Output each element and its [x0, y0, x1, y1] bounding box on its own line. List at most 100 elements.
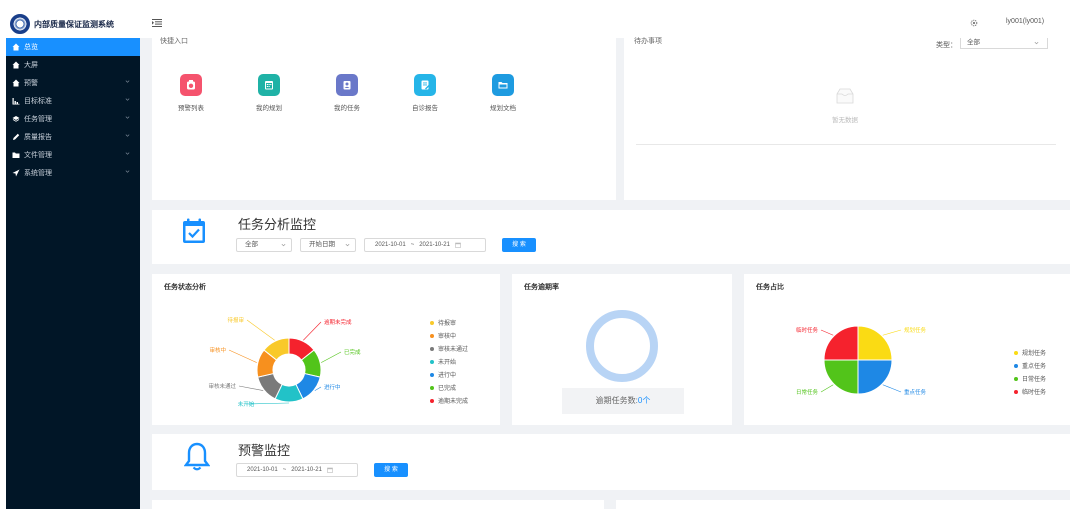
legend-item[interactable]: 重点任务 — [1014, 361, 1046, 370]
task-icon — [336, 74, 358, 96]
logo-seal-icon — [10, 14, 30, 34]
sidebar-item-target-standard[interactable]: 目标标准 — [6, 92, 140, 110]
legend-item[interactable]: 审核中 — [430, 331, 456, 340]
sidebar-item-label: 大屏 — [24, 62, 38, 69]
gear-icon[interactable] — [970, 19, 978, 27]
sidebar-item-warning[interactable]: 预警 — [6, 74, 140, 92]
pie-label-line — [820, 329, 834, 336]
warning-date-range[interactable]: 2021-10-01 ~ 2021-10-21 — [236, 463, 358, 477]
user-name[interactable]: ly001(ly001) — [1006, 18, 1044, 25]
legend-item[interactable]: 规划任务 — [1014, 348, 1046, 357]
legend-label: 审核未通过 — [438, 347, 469, 353]
main-content: 快捷入口 预警列表 我的规划 我的任务 自诊报告 规划文档 待办事项 类型： 全… — [140, 38, 1070, 509]
pie-slice — [857, 325, 893, 361]
overdue-count-label: 逾期任务数: — [595, 396, 638, 405]
sidebar-item-label: 目标标准 — [24, 98, 52, 105]
sidebar-item-label: 系统管理 — [24, 170, 52, 177]
date-end: 2021-10-21 — [419, 242, 450, 248]
bottom-card-left — [152, 500, 604, 509]
chevron-down-icon — [125, 116, 130, 119]
pen-icon — [12, 133, 20, 141]
legend-dot — [430, 359, 434, 364]
home-icon — [12, 79, 20, 87]
legend-item[interactable]: 临时任务 — [1014, 387, 1046, 396]
calendar-check-icon — [183, 218, 205, 243]
top-header: ly001(ly001) — [140, 10, 1070, 38]
date-type-select[interactable]: 开始日期 — [300, 238, 356, 252]
task-date-range[interactable]: 2021-10-01 ~ 2021-10-21 — [364, 238, 486, 252]
donut-label-line — [246, 319, 275, 341]
legend-dot — [1014, 363, 1018, 368]
empty-inbox-icon — [836, 88, 854, 104]
quick-item-label: 规划文档 — [490, 105, 516, 112]
app-title: 内部质量保证监测系统 — [34, 19, 114, 29]
quick-item-my-plan[interactable]: 我的规划 — [249, 74, 289, 112]
legend-item[interactable]: 逾期未完成 — [430, 396, 468, 405]
folder-icon — [492, 74, 514, 96]
legend-label: 重点任务 — [1022, 364, 1047, 370]
sidebar-item-task-management[interactable]: 任务管理 — [6, 110, 140, 128]
warning-search-button[interactable]: 搜 索 — [374, 463, 408, 477]
donut-label-line — [238, 385, 264, 391]
donut-slice-label: 审核未通过 — [208, 382, 236, 390]
calendar-icon — [258, 74, 280, 96]
pie-slice-label: 重点任务 — [904, 388, 927, 396]
overdue-rate-title: 任务逾期率 — [524, 284, 559, 291]
quick-item-label: 自诊报告 — [412, 105, 438, 112]
legend-label: 进行中 — [438, 373, 457, 379]
legend-item[interactable]: 未开始 — [430, 357, 456, 366]
sidebar-item-label: 预警 — [24, 80, 38, 87]
donut-slice-label: 逾期未完成 — [324, 318, 352, 326]
quick-item-warning-list[interactable]: 预警列表 — [171, 74, 211, 112]
legend-item[interactable]: 日常任务 — [1014, 374, 1046, 383]
task-status-donut-chart: 逾期未完成已完成进行中未开始 审核未通过 审核中 待报审 — [208, 316, 361, 408]
sidebar-item-label: 任务管理 — [24, 116, 52, 123]
warning-monitor-bar: 预警监控 2021-10-01 ~ 2021-10-21 搜 索 — [152, 434, 1070, 490]
legend-dot — [430, 346, 434, 351]
legend-label: 未开始 — [438, 360, 457, 366]
pie-slice — [823, 325, 859, 361]
pie-label-line — [882, 329, 902, 336]
legend-label: 待报审 — [438, 321, 457, 327]
quick-item-label: 预警列表 — [178, 105, 204, 112]
task-search-button[interactable]: 搜 索 — [502, 238, 536, 252]
sidebar-item-file-management[interactable]: 文件管理 — [6, 146, 140, 164]
sidebar-item-quality-report[interactable]: 质量报告 — [6, 128, 140, 146]
legend-item[interactable]: 进行中 — [430, 370, 456, 379]
legend-item[interactable]: 审核未通过 — [430, 344, 468, 353]
quick-access-card: 快捷入口 预警列表 我的规划 我的任务 自诊报告 规划文档 — [152, 38, 616, 200]
folder-icon — [12, 151, 20, 159]
quick-item-plan-doc[interactable]: 规划文档 — [483, 74, 523, 112]
menu-collapse-icon[interactable] — [152, 19, 162, 27]
calendar-icon — [455, 242, 461, 248]
sidebar-item-overview[interactable]: 总览 — [6, 38, 140, 56]
legend-dot — [1014, 376, 1018, 381]
chevron-down-icon — [1034, 41, 1039, 45]
quick-item-label: 我的规划 — [256, 105, 282, 112]
pie-slice — [823, 359, 859, 395]
send-icon — [12, 169, 20, 177]
sidebar-item-screen[interactable]: 大屏 — [6, 56, 140, 74]
calendar-icon — [327, 467, 333, 473]
layers-icon — [12, 115, 20, 123]
legend-item[interactable]: 已完成 — [430, 383, 456, 392]
report-icon — [414, 74, 436, 96]
donut-slice-label: 进行中 — [324, 383, 341, 391]
legend-dot — [1014, 389, 1018, 394]
quick-item-self-report[interactable]: 自诊报告 — [405, 74, 445, 112]
legend-item[interactable]: 待报审 — [430, 318, 456, 327]
alarm-icon — [180, 74, 202, 96]
chevron-down-icon — [125, 80, 130, 83]
overdue-count-box: 逾期任务数:0个 — [562, 388, 684, 414]
bottom-card-right — [616, 500, 1070, 509]
legend-dot — [430, 398, 434, 403]
quick-item-my-task[interactable]: 我的任务 — [327, 74, 367, 112]
date-separator: ~ — [410, 242, 415, 248]
type-select[interactable]: 全部 — [960, 38, 1048, 49]
date-start: 2021-10-01 — [375, 242, 406, 248]
home-icon — [12, 43, 20, 51]
sidebar: 内部质量保证监测系统 总览 大屏 预警 目标标准 任务管理 质量报告 文件管理 … — [6, 10, 140, 509]
logo-bar: 内部质量保证监测系统 — [6, 10, 140, 38]
task-filter-select[interactable]: 全部 — [236, 238, 292, 252]
sidebar-item-system-management[interactable]: 系统管理 — [6, 164, 140, 182]
